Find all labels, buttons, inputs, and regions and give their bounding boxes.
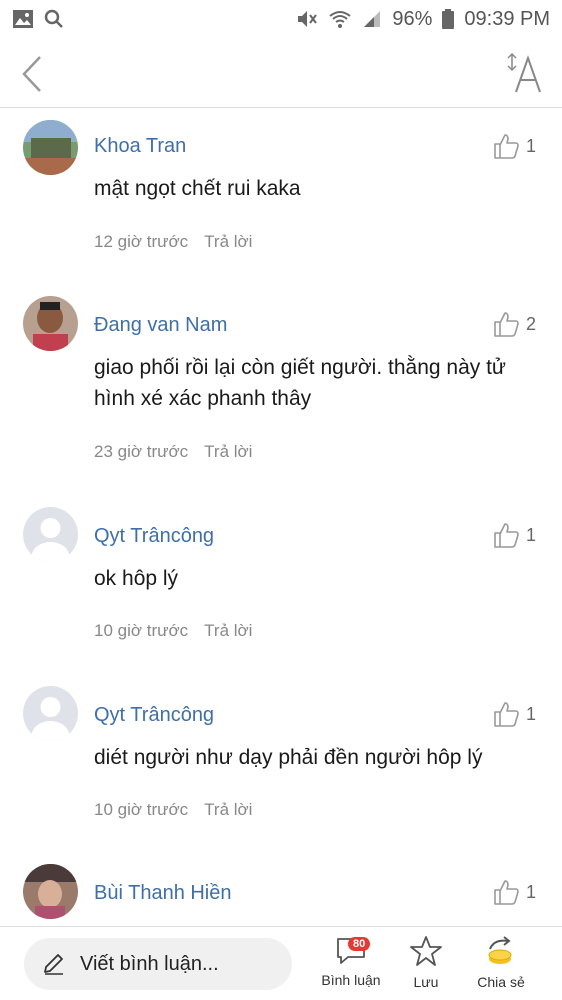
- mute-icon: [298, 11, 318, 27]
- comment-time: 10 giờ trước: [94, 621, 189, 640]
- chevron-left-icon: [22, 56, 41, 92]
- wifi-icon: [329, 11, 351, 28]
- comment-meta: 10 giờ trước Trả lời: [94, 621, 252, 641]
- comment-time: 12 giờ trước: [94, 232, 189, 251]
- avatar[interactable]: [23, 296, 78, 351]
- like-count: 1: [526, 704, 537, 724]
- back-button[interactable]: [14, 52, 50, 96]
- comment-time: 10 giờ trước: [94, 800, 189, 819]
- comments-button[interactable]: 80 Bình luận: [316, 935, 386, 988]
- share-button[interactable]: Chia sẻ: [466, 935, 536, 990]
- battery-percent: 96%: [392, 7, 433, 30]
- bottom-action-bar: Viết bình luận... 80 Bình luận Lưu Chia …: [0, 926, 562, 1000]
- comment-text: giao phối rồi lại còn giết người. thằng …: [94, 356, 506, 410]
- comment-count-badge: 80: [348, 937, 371, 951]
- comment-author[interactable]: Qyt Trâncông: [94, 525, 214, 548]
- comment-text: mật ngọt chết rui kaka: [94, 177, 301, 200]
- like-count: 1: [526, 882, 537, 902]
- comment-meta: 12 giờ trước Trả lời: [94, 232, 252, 252]
- thumbs-up-icon[interactable]: [492, 521, 520, 549]
- battery-icon: [442, 9, 455, 29]
- reply-button[interactable]: Trả lời: [204, 232, 252, 252]
- write-comment-placeholder: Viết bình luận...: [80, 952, 219, 975]
- comment-author[interactable]: Khoa Tran: [94, 135, 186, 158]
- share-label: Chia sẻ: [477, 974, 525, 990]
- signal-icon: [364, 11, 381, 27]
- share-coin-icon: [488, 936, 512, 964]
- avatar[interactable]: [23, 686, 78, 741]
- comment-time: 23 giờ trước: [94, 442, 189, 461]
- like-count: 1: [526, 525, 537, 545]
- status-bar: 96% 09:39 PM: [0, 0, 562, 38]
- avatar[interactable]: [23, 120, 78, 175]
- comment-meta: 10 giờ trước Trả lời: [94, 800, 252, 820]
- comments-label: Bình luận: [321, 972, 381, 988]
- comment-author[interactable]: Qyt Trâncông: [94, 704, 214, 727]
- save-label: Lưu: [413, 974, 439, 990]
- write-comment-input[interactable]: Viết bình luận...: [24, 938, 292, 990]
- default-avatar-icon: [23, 507, 78, 562]
- thumbs-up-icon[interactable]: [492, 310, 520, 338]
- font-size-button[interactable]: [502, 50, 546, 96]
- reply-button[interactable]: Trả lời: [204, 800, 252, 820]
- avatar[interactable]: [23, 507, 78, 562]
- reply-button[interactable]: Trả lời: [204, 621, 252, 641]
- pencil-icon: [44, 954, 63, 975]
- like-count: 2: [526, 314, 537, 334]
- thumbs-up-icon[interactable]: [492, 132, 520, 160]
- thumbs-up-icon[interactable]: [492, 878, 520, 906]
- reply-button[interactable]: Trả lời: [204, 442, 252, 462]
- avatar[interactable]: [23, 864, 78, 919]
- comment-text: diét người như dạy phải đền người hôp lý: [94, 746, 483, 769]
- search-icon: [44, 9, 63, 28]
- comment-author[interactable]: Bùi Thanh Hiền: [94, 882, 232, 905]
- article-header: [0, 38, 562, 108]
- like-count: 1: [526, 136, 537, 156]
- comment-meta: 23 giờ trước Trả lời: [94, 442, 252, 462]
- comment-text: ok hôp lý: [94, 567, 179, 590]
- comment-list: Khoa Tran 1 mật ngọt chết rui kaka 12 gi…: [0, 110, 562, 926]
- text-size-icon: [507, 52, 541, 93]
- gallery-icon: [13, 10, 33, 28]
- star-icon: [410, 936, 442, 966]
- clock-time: 09:39 PM: [464, 7, 550, 30]
- thumbs-up-icon[interactable]: [492, 700, 520, 728]
- default-avatar-icon: [23, 686, 78, 741]
- save-button[interactable]: Lưu: [391, 935, 461, 990]
- comment-author[interactable]: Đang van Nam: [94, 314, 227, 337]
